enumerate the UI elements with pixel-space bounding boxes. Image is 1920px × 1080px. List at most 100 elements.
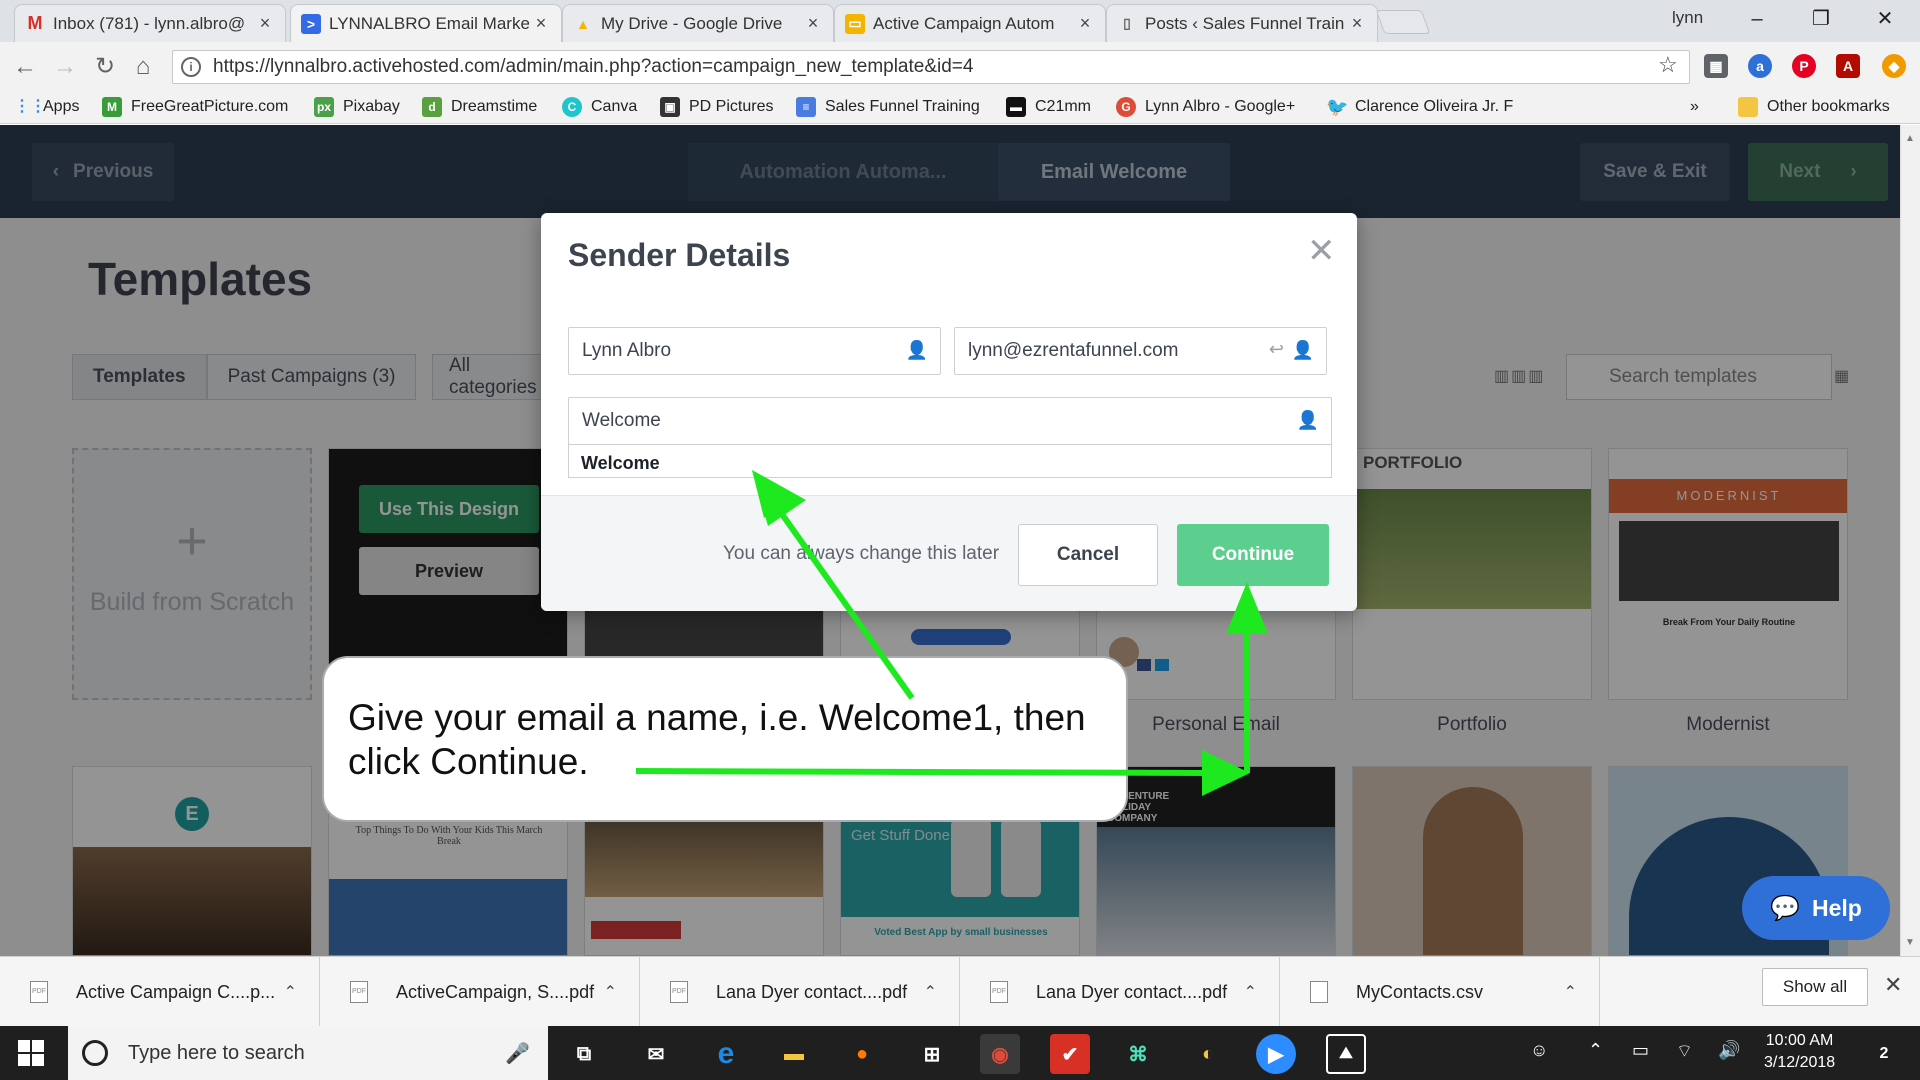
task-view-icon[interactable]: ⧉ [564, 1034, 604, 1074]
photos-icon[interactable]: ⛰ [1326, 1034, 1366, 1074]
new-tab-button[interactable] [1375, 10, 1431, 34]
person-icon: 👤 [1291, 340, 1314, 360]
page-icon: ▯ [1123, 15, 1131, 31]
download-item[interactable]: PDF ActiveCampaign, S....pdf ⌃ [320, 957, 640, 1027]
bookmark-label: Pixabay [343, 98, 400, 115]
bookmarks-overflow[interactable]: » [1690, 96, 1699, 118]
from-email-field[interactable]: lynn@ezrentafunnel.com ↩ 👤 [954, 327, 1327, 375]
subject-field[interactable]: Welcome 👤 [568, 397, 1332, 445]
people-icon[interactable]: ☺ [1530, 1040, 1548, 1061]
microphone-icon[interactable]: 🎤 [505, 1041, 530, 1066]
bookmark-c21mm[interactable]: ▬ C21mm [1006, 96, 1091, 118]
bookmark-label: Sales Funnel Training [825, 98, 980, 115]
address-bar[interactable]: i https://lynnalbro.activehosted.com/adm… [172, 50, 1690, 84]
browser-tab-posts[interactable]: ▯ Posts ‹ Sales Funnel Train × [1106, 4, 1378, 42]
bookmarks-bar: ⋮⋮ Apps M FreeGreatPicture.com px Pixaba… [0, 90, 1920, 124]
bookmark-canva[interactable]: C Canva [562, 96, 637, 118]
taskbar-search-placeholder: Type here to search [128, 1041, 305, 1064]
csv-file-icon [1310, 981, 1328, 1003]
bookmark-star-icon[interactable]: ☆ [1658, 52, 1678, 78]
bookmark-other[interactable]: Other bookmarks [1738, 96, 1890, 118]
chevron-up-icon[interactable]: ⌃ [1588, 1040, 1603, 1061]
minimize-icon[interactable]: – [1734, 4, 1780, 34]
back-icon[interactable]: ← [10, 52, 40, 82]
close-downloads-icon[interactable]: ✕ [1884, 972, 1902, 998]
dreamstime-icon: d [422, 97, 442, 117]
mail-icon[interactable]: ✉ [636, 1034, 676, 1074]
extension-icon[interactable]: ▦ [1704, 54, 1728, 78]
zoom-icon[interactable]: ▶ [1256, 1034, 1296, 1074]
forward-icon[interactable]: → [50, 52, 80, 82]
scroll-down-icon[interactable]: ▼ [1905, 937, 1915, 948]
scroll-up-icon[interactable]: ▲ [1905, 133, 1915, 144]
windows-start-icon[interactable] [18, 1040, 44, 1066]
chrome-icon[interactable]: ◉ [980, 1034, 1020, 1074]
extension-orange-icon[interactable]: ◆ [1882, 54, 1906, 78]
close-icon[interactable]: × [531, 13, 551, 34]
pdf-file-icon: PDF [350, 981, 368, 1003]
bookmark-apps[interactable]: ⋮⋮ Apps [14, 96, 79, 118]
from-name-field[interactable]: Lynn Albro 👤 [568, 327, 941, 375]
close-icon[interactable]: × [1075, 13, 1095, 34]
store-icon[interactable]: ⊞ [912, 1034, 952, 1074]
taskbar-clock[interactable]: 10:00 AM 3/12/2018 [1764, 1030, 1835, 1074]
firefox-icon[interactable]: ● [842, 1034, 882, 1074]
autocomplete-suggestion[interactable]: Welcome [568, 444, 1332, 478]
help-button[interactable]: 💬 Help [1742, 876, 1890, 940]
battery-icon[interactable]: ▭ [1632, 1040, 1649, 1061]
person-icon: 👤 [1296, 410, 1319, 430]
chevron-up-icon[interactable]: ⌃ [1564, 982, 1577, 1002]
notifications-icon[interactable]: 2 [1864, 1034, 1904, 1074]
home-icon[interactable]: ⌂ [128, 52, 158, 82]
page-scrollbar[interactable]: ▲ ▼ [1900, 125, 1920, 956]
bookmark-dreamstime[interactable]: d Dreamstime [422, 96, 537, 118]
taskbar-search-input[interactable]: Type here to search 🎤 [68, 1026, 548, 1080]
browser-tab-gmail[interactable]: M Inbox (781) - lynn.albro@ × [14, 4, 286, 42]
file-explorer-icon[interactable]: ▬ [774, 1034, 814, 1074]
restore-icon[interactable]: ❐ [1798, 4, 1844, 34]
browser-tab-activecampaign[interactable]: > LYNNALBRO Email Marke × [290, 4, 562, 42]
close-icon[interactable]: × [803, 13, 823, 34]
download-item[interactable]: PDF Lana Dyer contact....pdf ⌃ [960, 957, 1280, 1027]
chevron-more-icon: » [1690, 98, 1699, 115]
chevron-up-icon[interactable]: ⌃ [1244, 982, 1257, 1002]
todoist-icon[interactable]: ✔ [1050, 1034, 1090, 1074]
extension-a-icon[interactable]: a [1748, 54, 1772, 78]
bookmark-sales-funnel-training[interactable]: ≡ Sales Funnel Training [796, 96, 980, 118]
bookmark-google-plus[interactable]: G Lynn Albro - Google+ [1116, 96, 1295, 118]
browser-tab-slides[interactable]: ▭ Active Campaign Autom × [834, 4, 1106, 42]
download-item[interactable]: PDF Lana Dyer contact....pdf ⌃ [640, 957, 960, 1027]
cancel-button[interactable]: Cancel [1018, 524, 1158, 586]
bookmark-label: Apps [43, 98, 80, 115]
close-icon[interactable]: × [255, 13, 275, 34]
close-window-icon[interactable]: ✕ [1862, 4, 1908, 34]
browser-tab-drive[interactable]: ▲ My Drive - Google Drive × [562, 4, 834, 42]
bookmark-clarence[interactable]: 🐦 Clarence Oliveira Jr. F [1326, 96, 1513, 118]
chevron-up-icon[interactable]: ⌃ [604, 982, 617, 1002]
download-item[interactable]: MyContacts.csv ⌃ [1280, 957, 1600, 1027]
edge-icon[interactable]: e [706, 1034, 746, 1074]
wifi-icon[interactable]: ⌔ [1676, 1040, 1693, 1063]
profile-name[interactable]: lynn [1672, 8, 1703, 28]
bookmark-freegreatpicture[interactable]: M FreeGreatPicture.com [102, 96, 288, 118]
chevron-up-icon[interactable]: ⌃ [284, 982, 297, 1002]
pdf-icon[interactable]: A [1836, 54, 1860, 78]
bookmark-pd-pictures[interactable]: ▣ PD Pictures [660, 96, 773, 118]
bookmark-pixabay[interactable]: px Pixabay [314, 96, 400, 118]
cortana-icon [82, 1040, 108, 1066]
sticky-icon[interactable]: ◐ [1188, 1034, 1228, 1074]
reload-icon[interactable]: ↻ [90, 52, 120, 82]
continue-button[interactable]: Continue [1177, 524, 1329, 586]
download-item[interactable]: PDF Active Campaign C....p... ⌃ [0, 957, 320, 1027]
volume-icon[interactable]: 🔊 [1718, 1040, 1740, 1061]
site-info-icon[interactable]: i [181, 57, 201, 77]
bookmark-label: Canva [591, 98, 638, 115]
activecampaign-icon: > [301, 13, 321, 34]
app-icon[interactable]: ⌘ [1118, 1034, 1158, 1074]
pinterest-icon[interactable]: P [1792, 54, 1816, 78]
close-icon[interactable]: × [1347, 13, 1367, 34]
show-all-downloads-button[interactable]: Show all [1762, 968, 1868, 1006]
close-icon[interactable]: ✕ [1307, 231, 1336, 271]
chevron-up-icon[interactable]: ⌃ [924, 982, 937, 1002]
c21mm-icon: ▬ [1006, 97, 1026, 117]
